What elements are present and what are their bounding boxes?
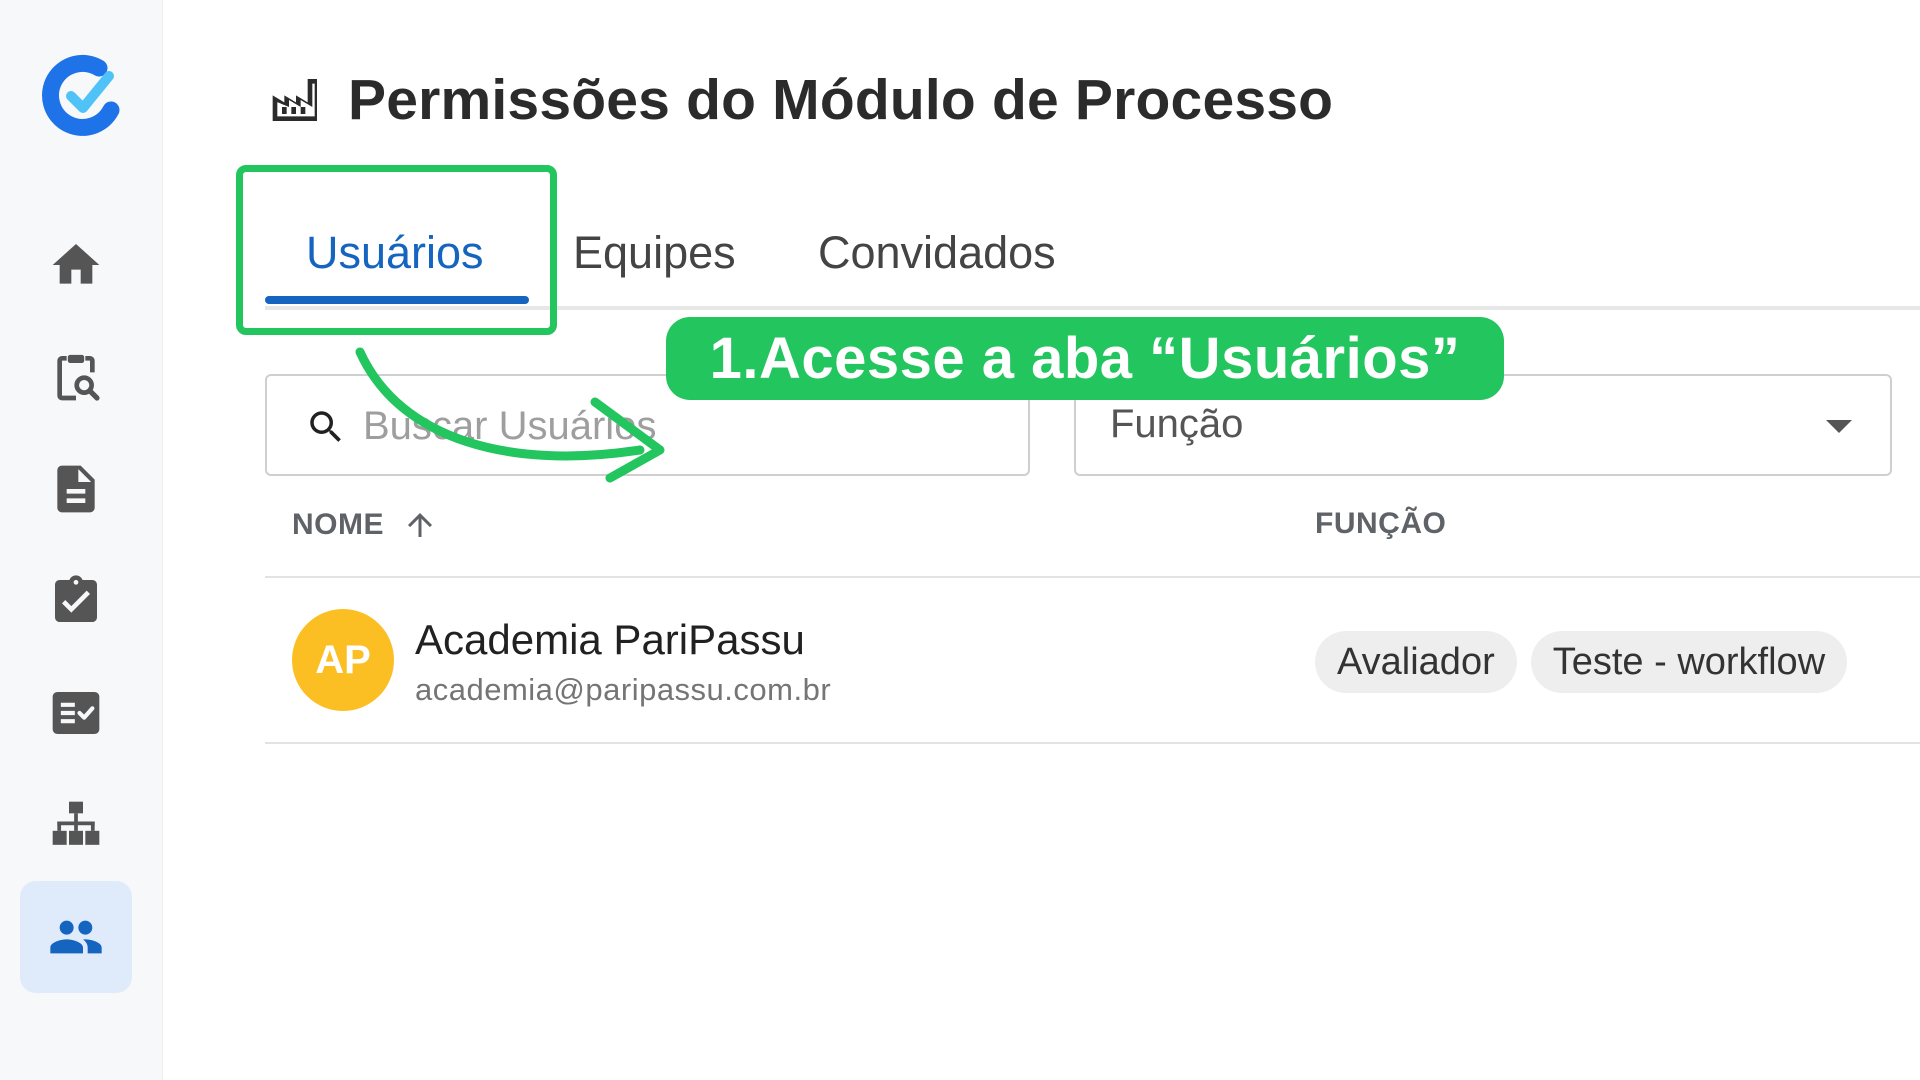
sidebar-item-tasks[interactable] — [20, 545, 132, 657]
sitemap-icon — [52, 801, 100, 845]
user-name: Academia PariPassu — [415, 616, 805, 663]
table-row[interactable]: AP Academia PariPassu academia@paripassu… — [265, 578, 1920, 744]
checklist-icon — [52, 692, 100, 734]
role-chip: Avaliador — [1315, 631, 1517, 693]
home-icon — [52, 244, 100, 284]
page-title: Permissões do Módulo de Processo — [348, 68, 1334, 132]
column-header-role: FUNÇÃO — [1315, 507, 1447, 540]
sidebar-item-hierarchy[interactable] — [20, 769, 132, 881]
avatar: AP — [292, 609, 394, 711]
clipboard-check-icon — [55, 575, 97, 622]
user-email: academia@paripassu.com.br — [415, 672, 832, 707]
tab-teams[interactable]: Equipes — [573, 218, 736, 288]
people-icon — [50, 920, 102, 954]
factory-icon — [272, 79, 317, 121]
sidebar — [0, 0, 163, 1080]
document-icon — [57, 465, 95, 513]
tab-guests[interactable]: Convidados — [818, 218, 1056, 288]
tab-highlight-box — [236, 165, 557, 335]
annotation-callout: 1.Acesse a aba “Usuários” — [666, 317, 1504, 400]
sidebar-item-documents[interactable] — [20, 433, 132, 545]
annotation-arrow — [355, 347, 665, 483]
app-logo[interactable] — [41, 52, 121, 138]
role-select-label: Função — [1110, 402, 1244, 446]
column-name-label: NOME — [292, 508, 384, 541]
column-header-name[interactable]: NOME — [292, 507, 438, 543]
chevron-down-icon — [1826, 420, 1852, 433]
sidebar-item-audit[interactable] — [20, 321, 132, 433]
clipboard-search-icon — [57, 354, 100, 401]
sidebar-item-checklists[interactable] — [20, 657, 132, 769]
sidebar-item-home[interactable] — [20, 209, 132, 321]
role-chip: Teste - workflow — [1530, 631, 1848, 693]
arrow-up-icon[interactable] — [402, 507, 438, 543]
sidebar-item-users[interactable] — [20, 881, 132, 993]
role-chips: Avaliador Teste - workflow — [1315, 631, 1848, 693]
page-header: Permissões do Módulo de Processo — [268, 64, 1333, 136]
